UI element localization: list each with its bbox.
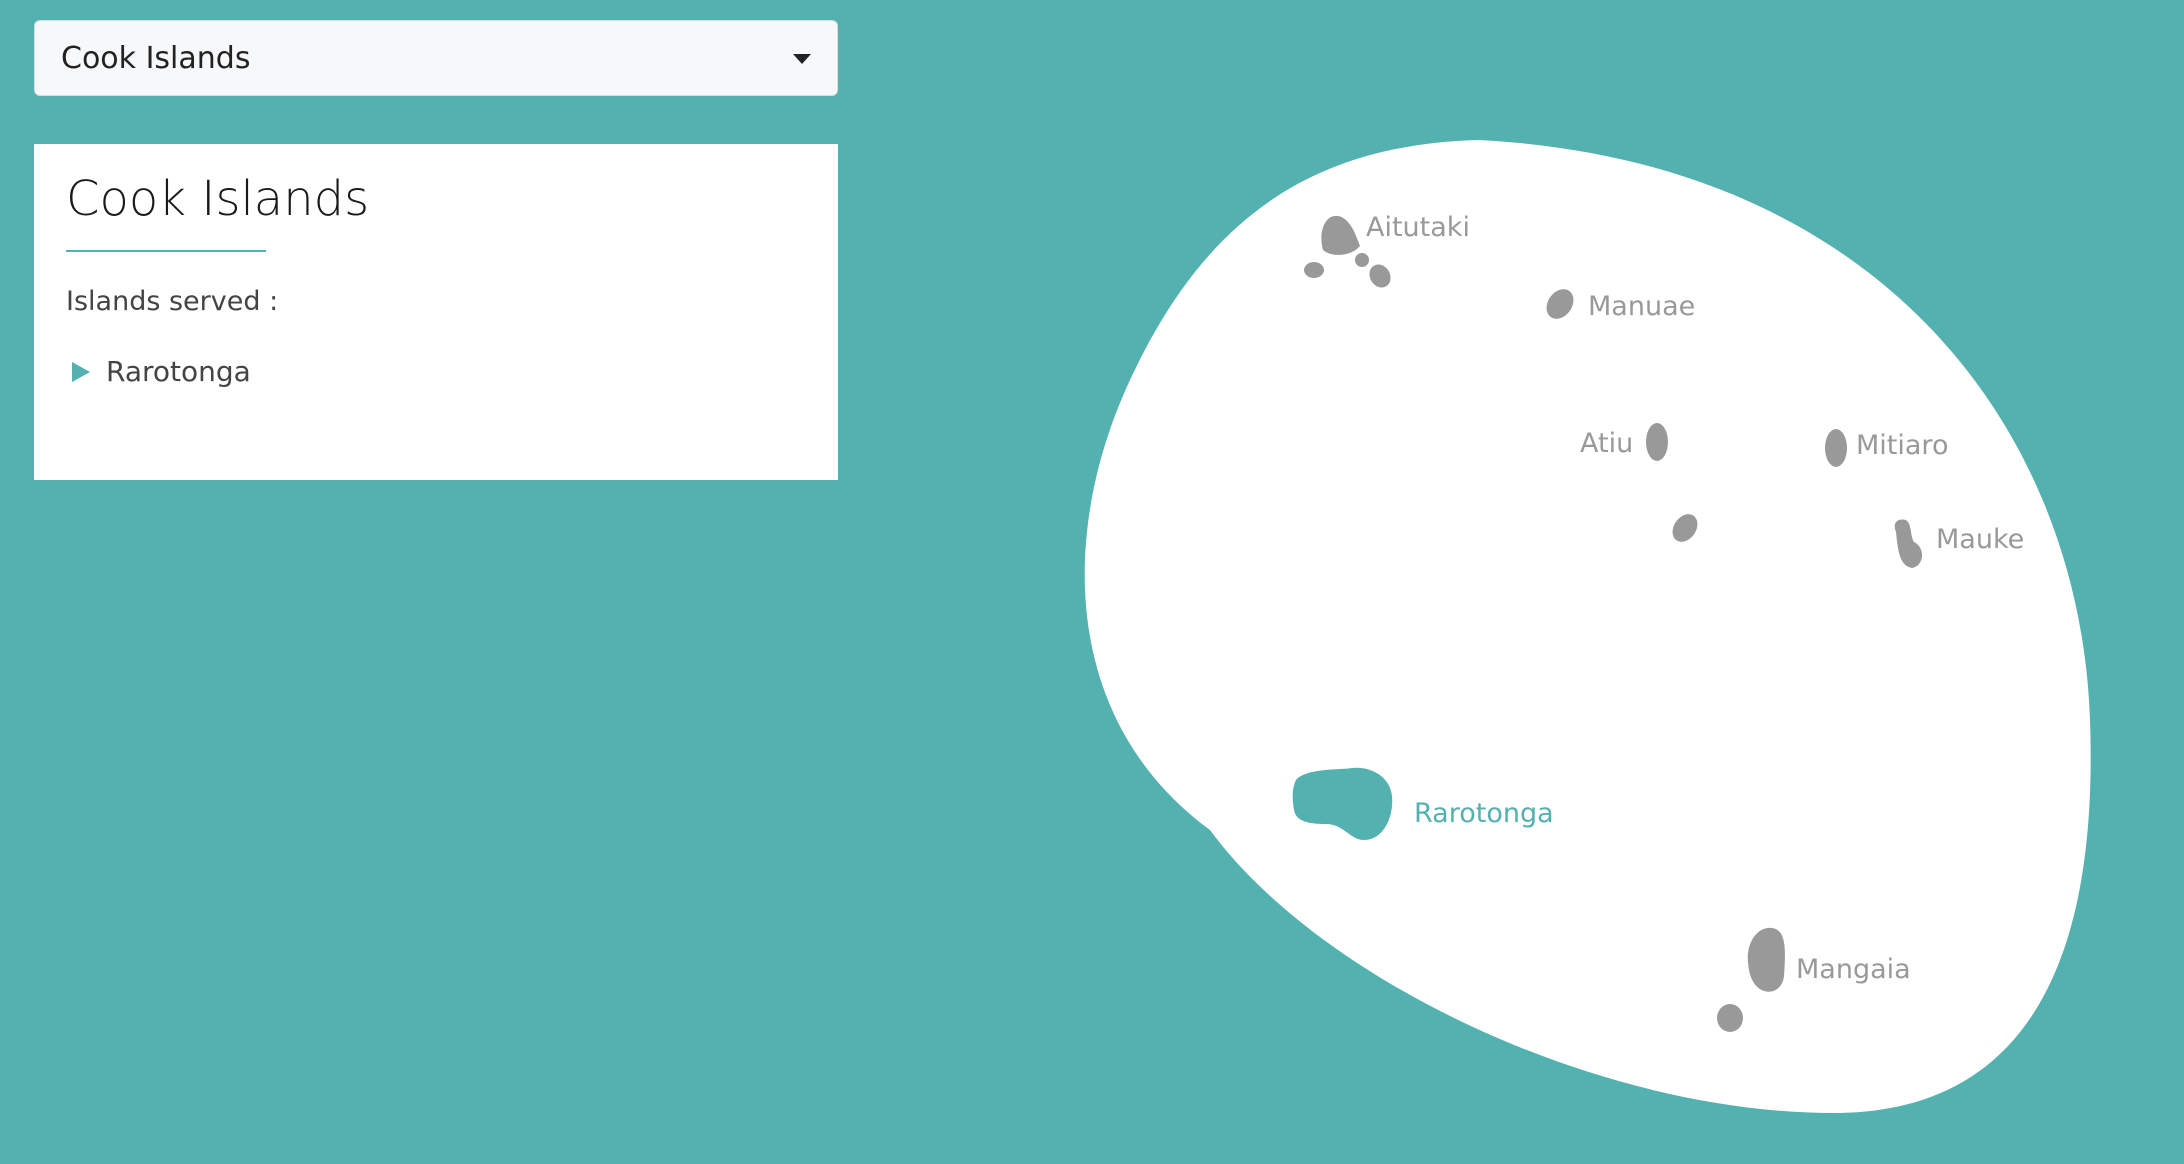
island-label: Mauke	[1936, 524, 2024, 555]
map-region	[1084, 140, 2091, 1114]
island-label: Manuae	[1588, 291, 1695, 322]
island-label: Atiu	[1580, 428, 1633, 459]
island-mangaia-islet[interactable]	[1717, 1004, 1743, 1032]
island-map: Aitutaki Manuae Atiu Mitiaro Mauke Rarot…	[1084, 140, 2091, 1114]
island-label: Rarotonga	[1414, 798, 1554, 829]
island-label: Mangaia	[1796, 954, 1911, 985]
island-atiu-shape[interactable]	[1646, 423, 1668, 461]
island-aitutaki-islet[interactable]	[1304, 262, 1324, 278]
island-atiu[interactable]: Atiu	[1580, 423, 1668, 461]
island-aitutaki-islet[interactable]	[1355, 253, 1369, 267]
island-label: Mitiaro	[1856, 430, 1948, 461]
island-label: Aitutaki	[1366, 212, 1470, 243]
island-mitiaro-shape[interactable]	[1825, 429, 1847, 467]
